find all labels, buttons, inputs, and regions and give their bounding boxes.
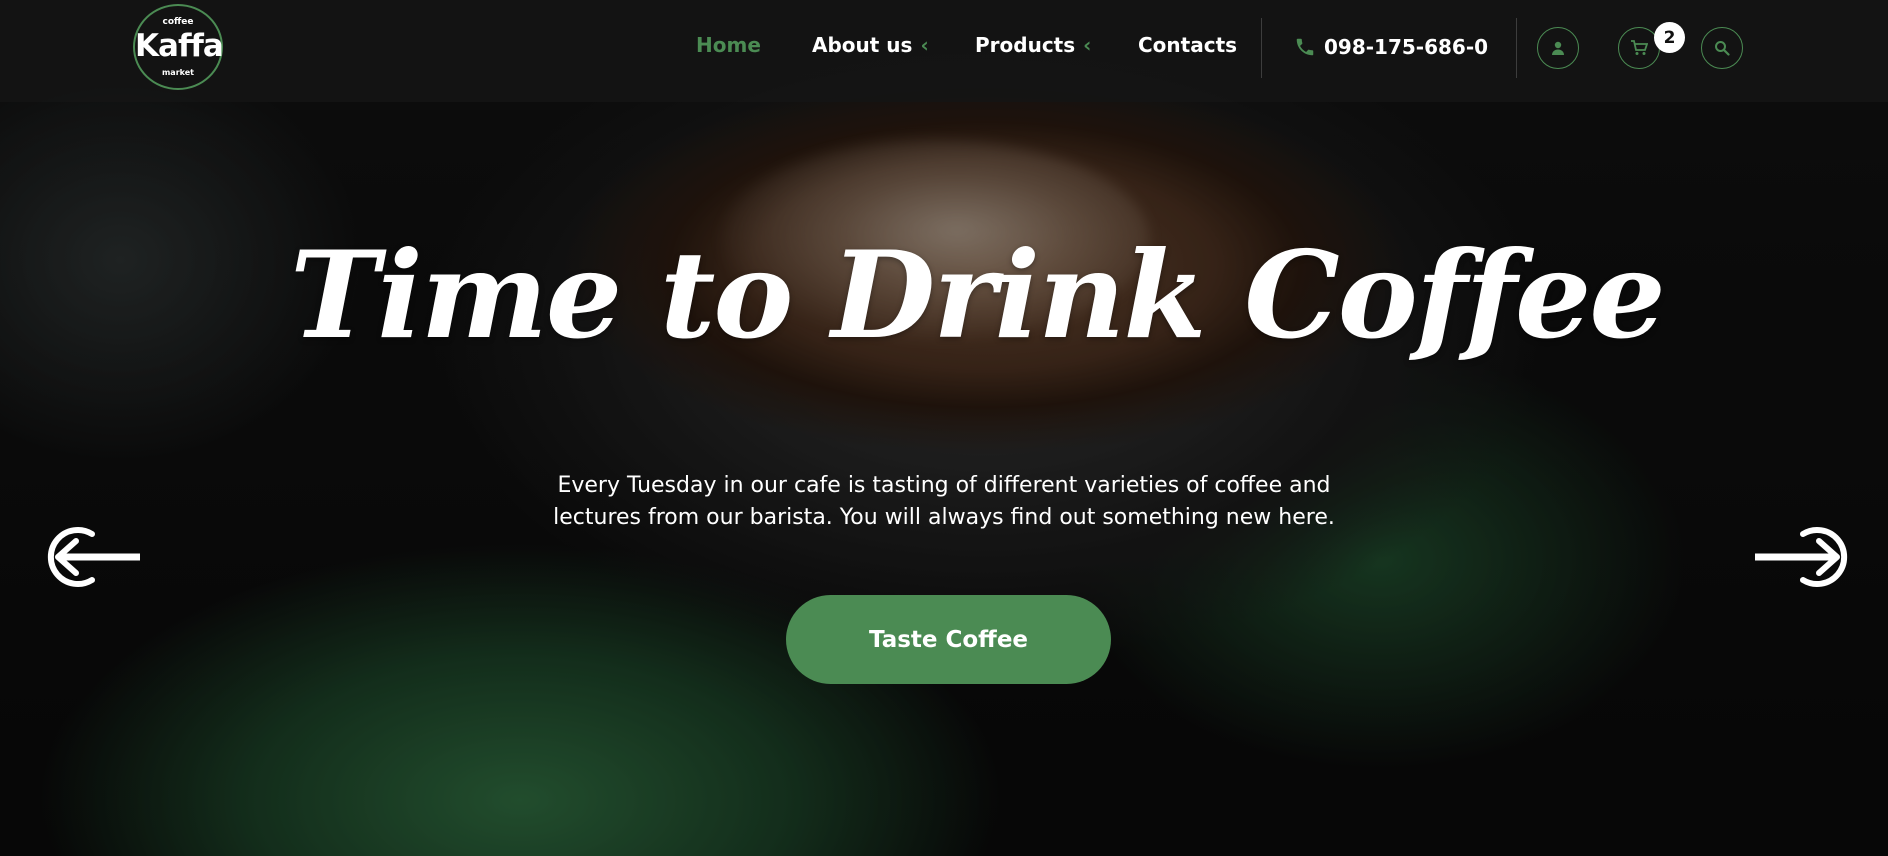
page: coffee Kaffa market Home About us ‹ Prod…: [0, 0, 1888, 856]
search-button[interactable]: [1701, 27, 1743, 69]
slider-next-button[interactable]: [1755, 522, 1855, 592]
chevron-left-icon: ‹: [1083, 33, 1092, 57]
cart-icon: [1631, 40, 1648, 55]
phone-icon: [1296, 38, 1314, 56]
hero-title: Time to Drink Coffee: [290, 225, 1666, 366]
phone-link[interactable]: 098-175-686-0: [1294, 32, 1488, 62]
phone-number: 098-175-686-0: [1324, 35, 1489, 59]
arrow-left-icon: [47, 527, 140, 587]
nav-item-label: Products: [975, 33, 1076, 57]
hero-description: Every Tuesday in our cafe is tasting of …: [553, 473, 1335, 530]
nav-item-products[interactable]: Products ‹: [975, 30, 1091, 60]
taste-coffee-button[interactable]: Taste Coffee: [786, 595, 1111, 684]
nav-item-home[interactable]: Home: [696, 30, 761, 60]
header-divider: [1516, 18, 1517, 78]
logo-bottom-text: market: [161, 68, 195, 77]
hero-overlay: [0, 0, 1888, 856]
user-icon: [1552, 41, 1564, 55]
nav-item-label: About us: [812, 33, 913, 57]
nav-item-contacts[interactable]: Contacts: [1138, 30, 1237, 60]
arrow-right-icon: [1755, 527, 1848, 587]
logo-main-text: Kaffa: [135, 28, 224, 64]
logo-top-text: coffee: [162, 17, 194, 27]
logo[interactable]: coffee Kaffa market: [133, 4, 224, 90]
search-icon: [1715, 41, 1730, 56]
chevron-left-icon: ‹: [920, 33, 929, 57]
cart-count-badge: 2: [1654, 22, 1685, 53]
header-divider: [1261, 18, 1262, 78]
account-button[interactable]: [1537, 27, 1579, 69]
nav-item-about-us[interactable]: About us ‹: [812, 30, 929, 60]
slider-prev-button[interactable]: [40, 522, 140, 592]
nav-item-label: Contacts: [1138, 33, 1238, 57]
site-header: coffee Kaffa market Home About us ‹ Prod…: [0, 0, 1888, 102]
nav-item-label: Home: [696, 33, 761, 57]
